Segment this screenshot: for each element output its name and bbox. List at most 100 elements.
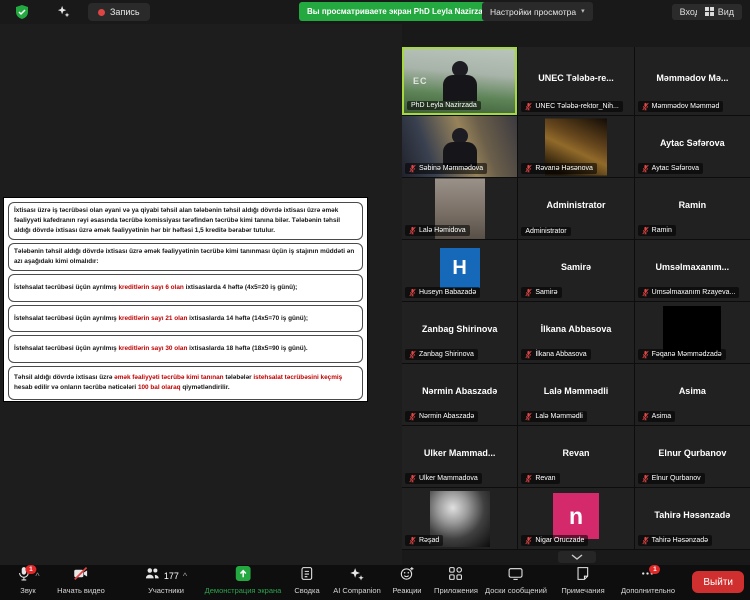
- participant-tile[interactable]: Asima Asima: [635, 364, 750, 425]
- participant-tile[interactable]: Məmmədov Mə...Məmmədov Məmməd: [635, 47, 750, 115]
- toolbar-button-label: Примечания: [561, 586, 604, 595]
- participant-name-label: Rəşad: [405, 535, 443, 546]
- muted-mic-icon: [642, 226, 649, 235]
- toolbar-whiteboards-button[interactable]: Доски сообщений: [485, 568, 547, 595]
- toolbar-audio-button[interactable]: 1^Звук: [16, 568, 39, 595]
- participant-name-center: Asima: [637, 386, 748, 396]
- notification-badge: 1: [25, 565, 36, 574]
- toolbar-share-button[interactable]: Демонстрация экрана: [205, 568, 282, 595]
- participant-tile[interactable]: Administrator Administrator: [518, 178, 633, 239]
- participant-tile[interactable]: Ulker Mammad... Ulker Mammadova: [402, 426, 517, 487]
- participant-name-label: Fəqanə Məmmədzadə: [638, 349, 726, 360]
- participant-name-center: Ulker Mammad...: [404, 448, 515, 458]
- toolbar-ai-companion-button[interactable]: AI Companion: [333, 568, 381, 595]
- participant-tile[interactable]: RevanRevan: [518, 426, 633, 487]
- doc-text-block: İxtisası üzrə iş təcrübəsi olan əyani və…: [8, 202, 363, 240]
- participant-tile[interactable]: RaminRamin: [635, 178, 750, 239]
- view-settings-dropdown[interactable]: Настройки просмотра ▾: [482, 2, 593, 21]
- zoom-meeting-window: Запись Вы просматриваете экран PhD Leyla…: [0, 0, 750, 600]
- person-silhouette: [443, 75, 477, 101]
- participant-name-label: Huseyn Babazadə: [405, 287, 480, 298]
- participant-tile[interactable]: İlkana Abbasova İlkana Abbasova: [518, 302, 633, 363]
- security-shield-icon[interactable]: [14, 4, 30, 20]
- participant-grid: ECPhD Leyla NazirzadaUNEC Tələbə-re...UN…: [402, 47, 750, 550]
- toolbar-button-label: AI Companion: [333, 586, 381, 595]
- participant-tile[interactable]: Lalə Həmidova: [402, 178, 517, 239]
- participant-name-label: Nigar Oruczade: [521, 535, 588, 546]
- participant-name-label: Ulker Mammadova: [405, 473, 482, 484]
- participant-tile[interactable]: Zanbag ShirinovaZanbag Shirinova: [402, 302, 517, 363]
- doc-icon: [299, 566, 314, 586]
- participant-tile[interactable]: ECPhD Leyla Nazirzada: [402, 47, 517, 115]
- toolbar-reactions-button[interactable]: Реакции: [393, 568, 422, 595]
- avatar: n: [553, 493, 599, 539]
- participant-tile[interactable]: Rəvanə Həsənova: [518, 116, 633, 177]
- participant-tile[interactable]: UNEC Tələbə-re... UNEC Tələbə-rektor_Nih.…: [518, 47, 633, 115]
- participant-tile[interactable]: Aytac SəfərovaAytac Səfərova: [635, 116, 750, 177]
- doc-text-block: İstehsalat təcrübəsi üçün ayrılmış kredi…: [8, 335, 363, 363]
- participant-name-label: Ramin: [638, 225, 676, 236]
- participant-name-center: Revan: [520, 448, 631, 458]
- muted-mic-icon: [409, 226, 416, 235]
- muted-mic-icon: [409, 350, 416, 359]
- toolbar-notes-button[interactable]: Примечания: [561, 568, 604, 595]
- participant-name-label: Asima: [638, 411, 675, 422]
- participant-name-label: Lalə Məmmədli: [521, 411, 586, 422]
- muted-mic-icon: [409, 288, 416, 297]
- viewing-screen-banner: Вы просматриваете экран PhD Leyla Nazirz…: [299, 2, 500, 21]
- muted-mic-icon: [642, 412, 649, 421]
- toolbar-button-label: Сводка: [294, 586, 319, 595]
- participant-tile[interactable]: Fəqanə Məmmədzadə: [635, 302, 750, 363]
- toolbar-participants-button[interactable]: 177^Участники: [145, 568, 187, 595]
- apps-icon: [448, 566, 463, 586]
- muted-mic-icon: [642, 350, 649, 359]
- participant-tile[interactable]: Nərmin AbaszadəNərmin Abaszadə: [402, 364, 517, 425]
- participant-tile[interactable]: Umsəlmaxanım...Umsəlmaxanım Rzayeva...: [635, 240, 750, 301]
- participant-name-label: Tahirə Həsənzadə: [638, 535, 712, 546]
- view-button[interactable]: Вид: [697, 4, 742, 20]
- caret-up-icon[interactable]: ^: [183, 572, 187, 581]
- toolbar-video-button[interactable]: Начать видео: [57, 568, 105, 595]
- toolbar-apps-button[interactable]: Приложения: [434, 568, 478, 595]
- grid-more-button[interactable]: [558, 551, 596, 563]
- people-icon: [145, 566, 160, 586]
- doc-text-block: İstehsalat təcrübəsi üçün ayrılmış kredi…: [8, 274, 363, 302]
- muted-mic-icon: [409, 412, 416, 421]
- participant-tile[interactable]: SamirəSamirə: [518, 240, 633, 301]
- toolbar-summary-button[interactable]: Сводка: [294, 568, 319, 595]
- participant-tile[interactable]: HHuseyn Babazadə: [402, 240, 517, 301]
- leave-button[interactable]: Выйти: [692, 571, 744, 593]
- participant-tile[interactable]: Səbinə Məmmədova: [402, 116, 517, 177]
- toolbar-more-button[interactable]: 1Дополнительно: [621, 568, 675, 595]
- muted-mic-icon: [525, 350, 532, 359]
- recording-indicator[interactable]: Запись: [88, 3, 150, 21]
- participant-tile[interactable]: Elnur QurbanovElnur Qurbanov: [635, 426, 750, 487]
- muted-mic-icon: [642, 102, 649, 111]
- caret-up-icon[interactable]: ^: [35, 572, 39, 581]
- participant-name-center: Tahirə Həsənzadə: [637, 510, 748, 520]
- participant-name-label: Rəvanə Həsənova: [521, 163, 597, 174]
- sparkle-icon: [350, 566, 365, 586]
- participant-name-center: İlkana Abbasova: [520, 324, 631, 334]
- notification-badge: 1: [649, 565, 660, 574]
- participant-name-label: Administrator: [521, 227, 570, 236]
- participant-name-label: Məmmədov Məmməd: [638, 101, 724, 112]
- participant-name-center: Lalə Məmmədli: [520, 386, 631, 396]
- muted-mic-icon: [409, 536, 416, 545]
- participant-name-center: UNEC Tələbə-re...: [520, 73, 631, 83]
- doc-text-block: Təhsil aldığı dövrdə ixtisası üzrə əmək …: [8, 366, 363, 400]
- recording-label: Запись: [110, 7, 140, 17]
- ai-sparkle-icon[interactable]: [57, 5, 70, 18]
- participant-tile[interactable]: Lalə Məmmədli Lalə Məmmədli: [518, 364, 633, 425]
- participant-name-label: UNEC Tələbə-rektor_Nih...: [521, 101, 623, 112]
- participant-tile[interactable]: nNigar Oruczade: [518, 488, 633, 549]
- participant-name-center: Aytac Səfərova: [637, 138, 748, 148]
- participant-tile[interactable]: Tahirə Həsənzadə Tahirə Həsənzadə: [635, 488, 750, 549]
- participant-tile[interactable]: Rəşad: [402, 488, 517, 549]
- participant-name-label: Zanbag Shirinova: [405, 349, 478, 360]
- muted-mic-icon: [525, 412, 532, 421]
- muted-mic-icon: [642, 474, 649, 483]
- toolbar-button-label: Участники: [148, 586, 184, 595]
- participant-name-label: İlkana Abbasova: [521, 349, 590, 360]
- participant-name-center: Administrator: [520, 200, 631, 210]
